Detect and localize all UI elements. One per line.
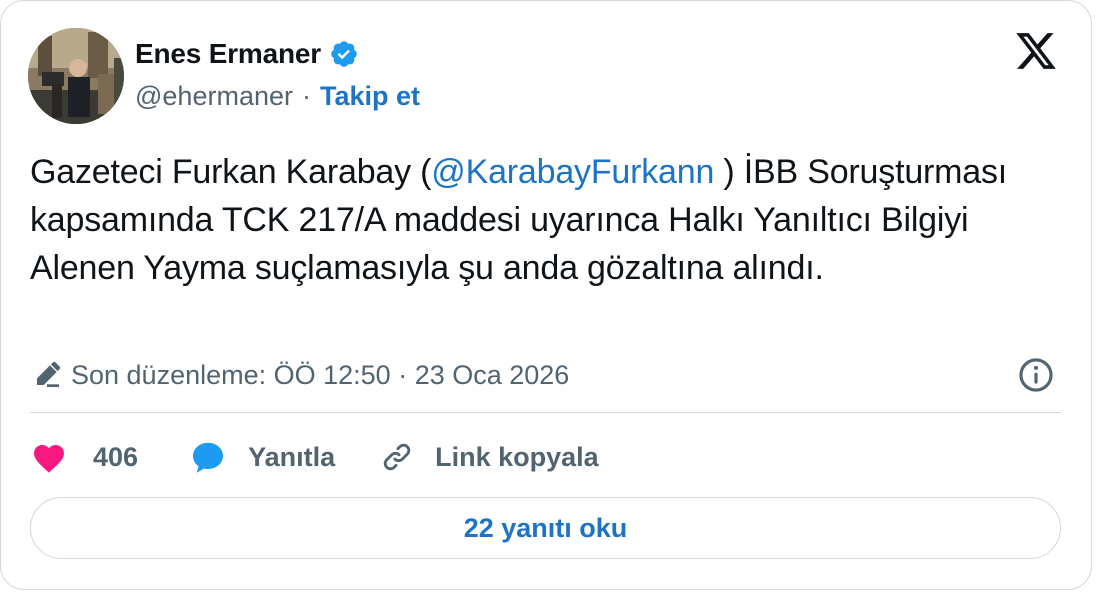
reply-label: Yanıtla: [248, 441, 336, 472]
mention-link[interactable]: @KarabayFurkann: [431, 153, 714, 191]
like-button[interactable]: 406: [31, 440, 138, 474]
read-replies-label: 22 yanıtı oku: [463, 512, 628, 543]
action-bar: 406 Yanıtla Link kopyala: [31, 435, 599, 479]
heart-icon: [34, 445, 64, 473]
tweet-embed-card: Enes Ermaner @ehermaner · Takip et Gazet…: [0, 0, 1092, 590]
author-handle-row: @ehermaner · Takip et: [135, 79, 420, 113]
edit-info-label: Son düzenleme: ÖÖ 12:50 · 23 Oca 2026: [71, 359, 570, 390]
speech-bubble-icon: [193, 442, 224, 473]
copy-link-label: Link kopyala: [435, 441, 599, 472]
tweet-text: Gazeteci Furkan Karabay (@KarabayFurkann…: [30, 148, 1040, 292]
x-logo-icon[interactable]: [1013, 29, 1059, 73]
read-replies-button[interactable]: 22 yanıtı oku: [30, 497, 1061, 559]
verified-badge-icon: [331, 41, 357, 67]
author-name-row: Enes Ermaner: [135, 37, 359, 71]
author-display-name[interactable]: Enes Ermaner: [135, 38, 321, 70]
link-icon: [383, 443, 411, 471]
avatar-photo: [28, 28, 124, 124]
edit-info-row[interactable]: Son düzenleme: ÖÖ 12:50 · 23 Oca 2026: [31, 357, 569, 393]
reply-button[interactable]: Yanıtla: [190, 439, 335, 475]
tweet-text-before: Gazeteci Furkan Karabay (: [30, 153, 432, 191]
divider: [30, 412, 1061, 413]
info-icon[interactable]: [1017, 356, 1055, 394]
author-handle[interactable]: @ehermaner: [135, 81, 293, 112]
like-count: 406: [93, 441, 139, 472]
separator-dot: ·: [301, 80, 311, 111]
copy-link-button[interactable]: Link kopyala: [379, 439, 599, 475]
follow-button[interactable]: Takip et: [320, 81, 420, 112]
pencil-icon: [37, 361, 61, 387]
avatar[interactable]: [28, 28, 124, 124]
